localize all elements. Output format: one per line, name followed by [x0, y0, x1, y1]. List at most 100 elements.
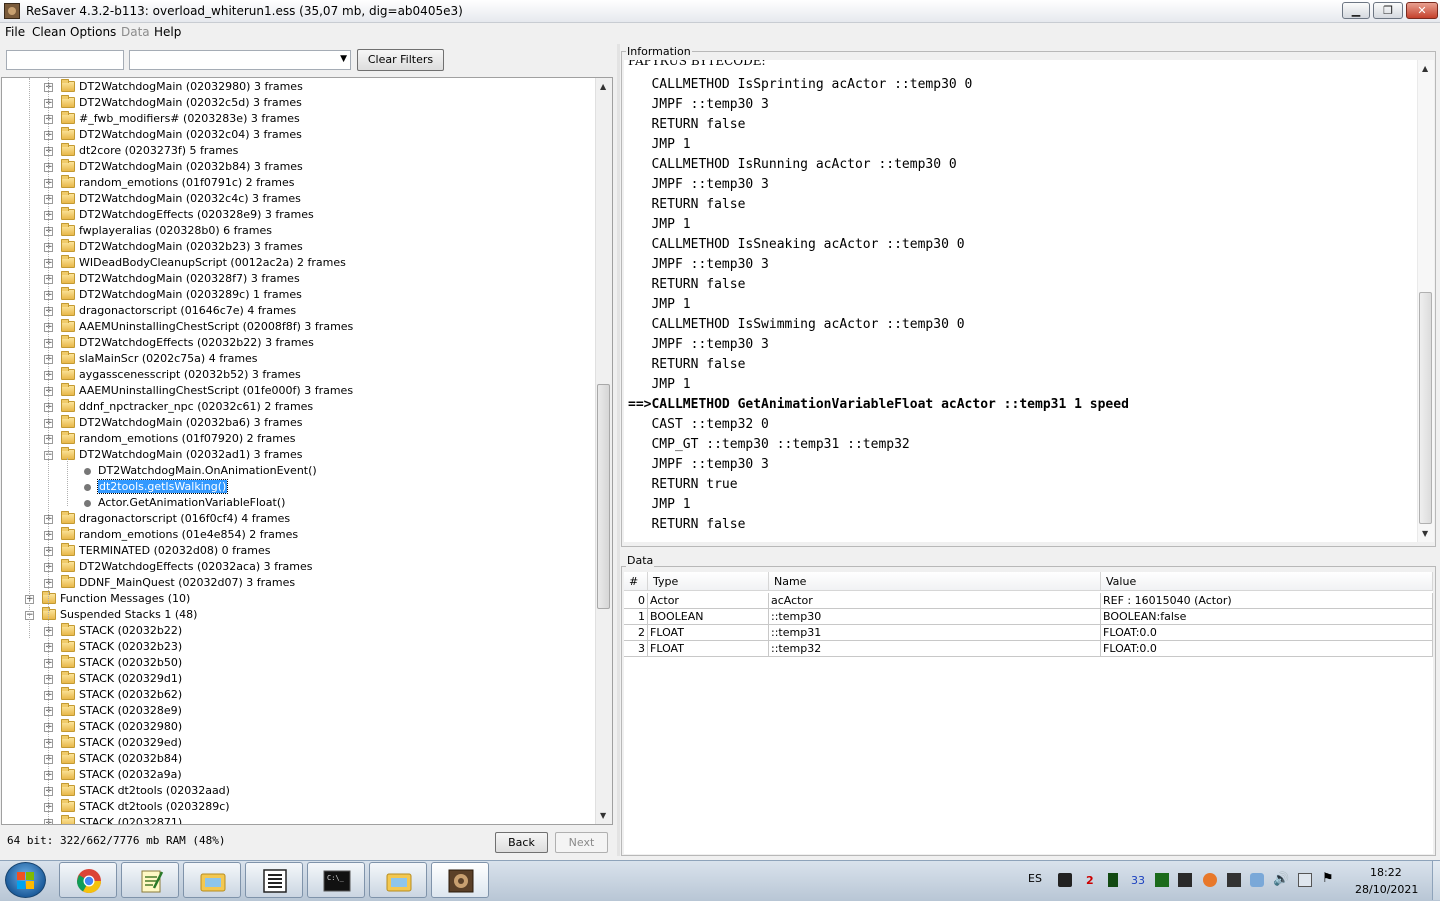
tree-label[interactable]: DDNF_MainQuest (02032d07) 3 frames	[79, 576, 295, 589]
tree-label[interactable]: DT2WatchdogMain (02032ba6) 3 frames	[79, 416, 303, 429]
language-indicator[interactable]: ES	[1028, 872, 1042, 885]
tree-row[interactable]: + STACK (020329ed)	[2, 735, 596, 751]
tree-row[interactable]: + dt2core (0203273f) 5 frames	[2, 143, 596, 159]
taskbar-chrome[interactable]	[59, 862, 117, 898]
resaver-app-icon[interactable]	[4, 3, 20, 19]
tree-label[interactable]: STACK (02032b84)	[79, 752, 182, 765]
cell-name[interactable]: acActor	[769, 593, 1101, 609]
tree-row[interactable]: + fwplayeralias (020328b0) 6 frames	[2, 223, 596, 239]
info-scroll-down-icon[interactable]: ▼	[1422, 529, 1428, 538]
tree-label[interactable]: DT2WatchdogEffects (02032aca) 3 frames	[79, 560, 312, 573]
tree-label[interactable]: STACK (02032b22)	[79, 624, 182, 637]
tree-label[interactable]: random_emotions (01f07920) 2 frames	[79, 432, 295, 445]
cell-type[interactable]: FLOAT	[648, 625, 769, 641]
tree-row[interactable]: + STACK (02032b84)	[2, 751, 596, 767]
tree-label[interactable]: STACK dt2tools (0203289c)	[79, 800, 230, 813]
column-header-value[interactable]: Value	[1101, 572, 1433, 591]
tray-badge-blue[interactable]: 33	[1131, 874, 1145, 887]
tree-label[interactable]: STACK (02032980)	[79, 720, 182, 733]
tree-row[interactable]: − DT2WatchdogMain (02032ad1) 3 frames	[2, 447, 596, 463]
tree-label[interactable]: DT2WatchdogMain (0203289c) 1 frames	[79, 288, 302, 301]
tray-green-icon[interactable]	[1155, 873, 1169, 887]
cell-type[interactable]: Actor	[648, 593, 769, 609]
tree-label[interactable]: DT2WatchdogMain (020328f7) 3 frames	[79, 272, 300, 285]
tree-row[interactable]: + random_emotions (01e4e854) 2 frames	[2, 527, 596, 543]
tray-shield-icon[interactable]	[1250, 873, 1264, 887]
cell-value[interactable]: BOOLEAN:false	[1101, 609, 1433, 625]
volume-icon[interactable]: 🔊	[1273, 872, 1289, 887]
tree-label[interactable]: slaMainScr (0202c75a) 4 frames	[79, 352, 258, 365]
tree-label[interactable]: AAEMUninstallingChestScript (02008f8f) 3…	[79, 320, 353, 333]
tree-label[interactable]: DT2WatchdogMain (02032c5d) 3 frames	[79, 96, 302, 109]
minimize-button[interactable]: ▁	[1342, 2, 1370, 19]
tree-row[interactable]: + DT2WatchdogMain (02032b84) 3 frames	[2, 159, 596, 175]
menu-help[interactable]: Help	[154, 25, 181, 39]
tree-row[interactable]: + STACK (02032b22)	[2, 623, 596, 639]
cell-type[interactable]: FLOAT	[648, 641, 769, 657]
tree-row[interactable]: − Suspended Stacks 1 (48)	[2, 607, 596, 623]
tree-label[interactable]: STACK (02032871)	[79, 816, 182, 824]
tree-row[interactable]: + DT2WatchdogMain (02032c04) 3 frames	[2, 127, 596, 143]
tree-row[interactable]: dt2tools.getIsWalking()	[2, 479, 596, 495]
taskbar-resaver[interactable]	[431, 862, 489, 898]
tree-row[interactable]: + slaMainScr (0202c75a) 4 frames	[2, 351, 596, 367]
tree-label[interactable]: STACK (020328e9)	[79, 704, 182, 717]
tree-row[interactable]: + STACK (02032b50)	[2, 655, 596, 671]
back-button[interactable]: Back	[495, 832, 548, 853]
tray-app-icon[interactable]	[1058, 873, 1072, 887]
tree-row[interactable]: + STACK (02032980)	[2, 719, 596, 735]
menu-clean[interactable]: Clean	[32, 25, 66, 39]
tree-label[interactable]: DT2WatchdogEffects (020328e9) 3 frames	[79, 208, 314, 221]
cell-value[interactable]: FLOAT:0.0	[1101, 641, 1433, 657]
tree-label[interactable]: ddnf_npctracker_npc (02032c61) 2 frames	[79, 400, 313, 413]
start-button[interactable]	[5, 862, 46, 898]
clock-date[interactable]: 28/10/2021	[1355, 883, 1418, 896]
tree-row[interactable]: + WIDeadBodyCleanupScript (0012ac2a) 2 fr…	[2, 255, 596, 271]
cell-value[interactable]: REF : 16015040 (Actor)	[1101, 593, 1433, 609]
tree-row[interactable]: + ddnf_npctracker_npc (02032c61) 2 frames	[2, 399, 596, 415]
tree-label[interactable]: fwplayeralias (020328b0) 6 frames	[79, 224, 272, 237]
tree-row[interactable]: + STACK (02032b23)	[2, 639, 596, 655]
tree-row[interactable]: + AAEMUninstallingChestScript (02008f8f) …	[2, 319, 596, 335]
tree-row[interactable]: + DT2WatchdogMain (0203289c) 1 frames	[2, 287, 596, 303]
tree-scrollbar[interactable]: ▲ ▼	[595, 78, 612, 824]
menu-file[interactable]: File	[5, 25, 25, 39]
tree-label[interactable]: WIDeadBodyCleanupScript (0012ac2a) 2 fra…	[79, 256, 346, 269]
tree-label[interactable]: aygasscenesscript (02032b52) 3 frames	[79, 368, 301, 381]
tree-label[interactable]: STACK (02032a9a)	[79, 768, 182, 781]
tree-row[interactable]: + STACK (02032871)	[2, 815, 596, 824]
filter-combo[interactable]: ▼	[129, 50, 351, 70]
tree-label[interactable]: STACK (020329d1)	[79, 672, 182, 685]
menu-data[interactable]: Data	[121, 25, 150, 39]
tree-row[interactable]: + DT2WatchdogEffects (020328e9) 3 frames	[2, 207, 596, 223]
scroll-up-arrow-icon[interactable]: ▲	[600, 82, 606, 91]
tree-label[interactable]: Function Messages (10)	[60, 592, 190, 605]
column-header-name[interactable]: Name	[769, 572, 1101, 591]
close-button[interactable]: ✕	[1406, 2, 1438, 19]
data-table[interactable]: # Type Name Value 0 Actor acActor REF : 160…	[624, 572, 1433, 854]
combo-arrow-icon[interactable]: ▼	[340, 54, 347, 64]
tree-row[interactable]: + DT2WatchdogEffects (02032aca) 3 frames	[2, 559, 596, 575]
cell-index[interactable]: 2	[624, 625, 648, 641]
menu-options[interactable]: Options	[70, 25, 116, 39]
tree-label-selected[interactable]: dt2tools.getIsWalking()	[96, 479, 229, 494]
tree-row[interactable]: + DT2WatchdogMain (020328f7) 3 frames	[2, 271, 596, 287]
tree-row[interactable]: + STACK dt2tools (0203289c)	[2, 799, 596, 815]
taskbar-terminal[interactable]: C:\_	[307, 862, 365, 898]
tree-label[interactable]: DT2WatchdogMain (02032b23) 3 frames	[79, 240, 303, 253]
tree-label[interactable]: DT2WatchdogMain (02032b84) 3 frames	[79, 160, 303, 173]
tree-row[interactable]: + DT2WatchdogMain (02032c5d) 3 frames	[2, 95, 596, 111]
information-text-area[interactable]: PAPYRUS BYTECODE: CALLMETHOD IsSprinting…	[624, 60, 1434, 542]
panel-splitter[interactable]	[617, 44, 620, 856]
tree-label[interactable]: STACK (02032b50)	[79, 656, 182, 669]
tray-badge-red[interactable]: 2	[1086, 874, 1094, 887]
taskbar-explorer-2[interactable]	[369, 862, 427, 898]
tree-row[interactable]: + AAEMUninstallingChestScript (01fe000f) …	[2, 383, 596, 399]
tree-row[interactable]: + STACK (02032b62)	[2, 687, 596, 703]
tree-row[interactable]: + STACK dt2tools (02032aad)	[2, 783, 596, 799]
taskbar-text-editor[interactable]	[245, 862, 303, 898]
filter-input[interactable]	[6, 50, 124, 70]
tree-row[interactable]: + STACK (02032a9a)	[2, 767, 596, 783]
scroll-down-arrow-icon[interactable]: ▼	[600, 811, 606, 820]
tree-label[interactable]: Suspended Stacks 1 (48)	[60, 608, 197, 621]
